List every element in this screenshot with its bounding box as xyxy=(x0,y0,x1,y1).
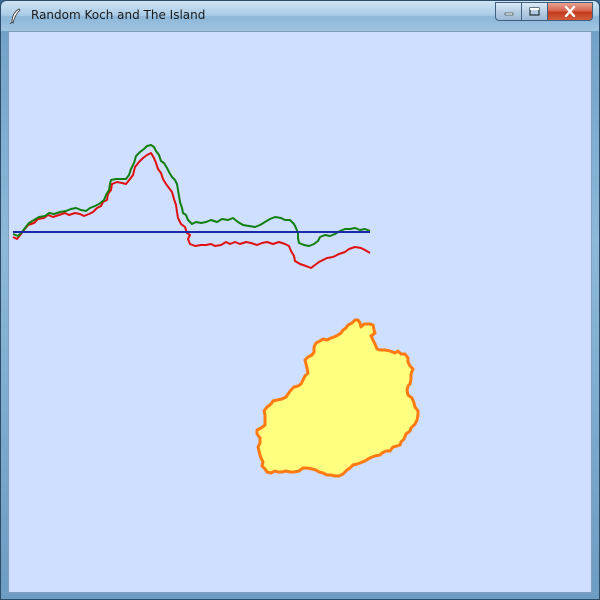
fractal-island xyxy=(255,318,420,478)
close-icon xyxy=(564,6,576,17)
close-button[interactable] xyxy=(547,2,593,21)
maximize-icon xyxy=(529,7,540,16)
minimize-icon xyxy=(504,12,513,15)
feather-icon xyxy=(9,8,23,25)
maximize-button[interactable] xyxy=(521,2,547,21)
window-title: Random Koch and The Island xyxy=(31,8,206,22)
drawing-canvas[interactable] xyxy=(8,31,592,593)
title-bar[interactable]: Random Koch and The Island xyxy=(1,1,599,31)
caption-buttons xyxy=(495,2,593,21)
fractal-canvas xyxy=(12,144,420,478)
app-window: Random Koch and The Island xyxy=(0,0,600,600)
green-koch-curve xyxy=(12,144,371,247)
minimize-button[interactable] xyxy=(495,2,521,21)
